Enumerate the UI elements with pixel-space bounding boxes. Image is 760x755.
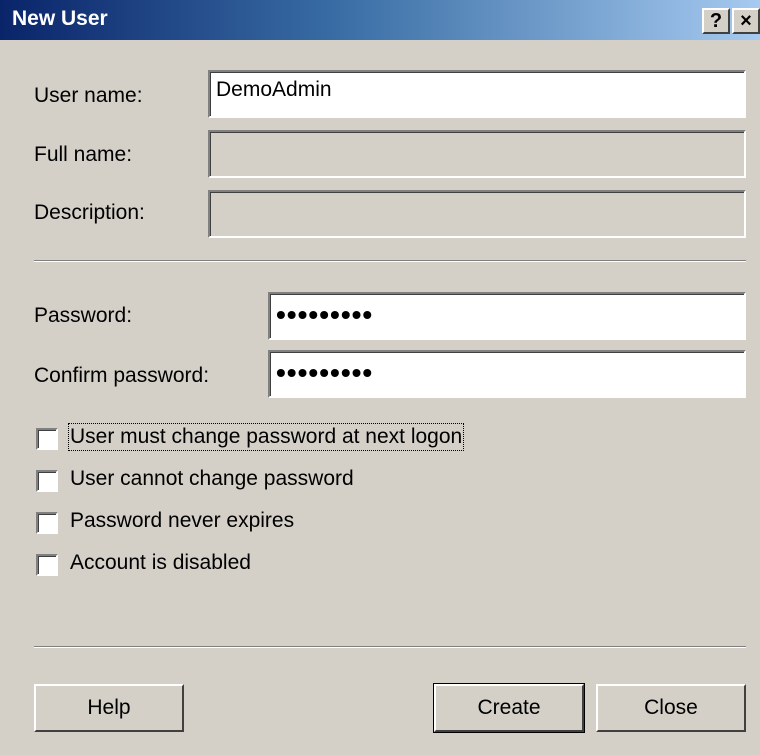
new-user-dialog: New User ? × User name: DemoAdmin Full n… (0, 0, 760, 755)
title-bar[interactable]: New User ? × (0, 0, 760, 40)
full-name-field[interactable] (208, 130, 746, 178)
separator-bottom (34, 646, 746, 648)
description-label: Description: (34, 201, 145, 224)
confirm-password-label: Confirm password: (34, 364, 210, 387)
separator-top (34, 260, 746, 262)
user-name-field[interactable]: DemoAdmin (208, 70, 746, 118)
password-never-expires-label[interactable]: Password never expires (70, 509, 294, 533)
account-disabled-checkbox[interactable] (36, 554, 58, 576)
user-name-label: User name: (34, 84, 143, 107)
cannot-change-password-label[interactable]: User cannot change password (70, 467, 354, 491)
create-button[interactable]: Create (434, 684, 584, 732)
help-button[interactable]: Help (34, 684, 184, 732)
close-button[interactable]: Close (596, 684, 746, 732)
full-name-label: Full name: (34, 143, 133, 166)
password-label: Password: (34, 304, 133, 327)
cannot-change-password-checkbox[interactable] (36, 470, 58, 492)
password-field[interactable]: ••••••••• (268, 292, 746, 340)
confirm-password-field[interactable]: ••••••••• (268, 350, 746, 398)
description-field[interactable] (208, 190, 746, 238)
password-never-expires-checkbox[interactable] (36, 512, 58, 534)
must-change-password-label[interactable]: User must change password at next logon (67, 423, 465, 451)
account-disabled-label[interactable]: Account is disabled (70, 551, 251, 575)
close-caption-button[interactable]: × (732, 8, 760, 34)
help-caption-button[interactable]: ? (702, 8, 730, 34)
must-change-password-checkbox[interactable] (36, 428, 58, 450)
window-title: New User (12, 7, 108, 30)
